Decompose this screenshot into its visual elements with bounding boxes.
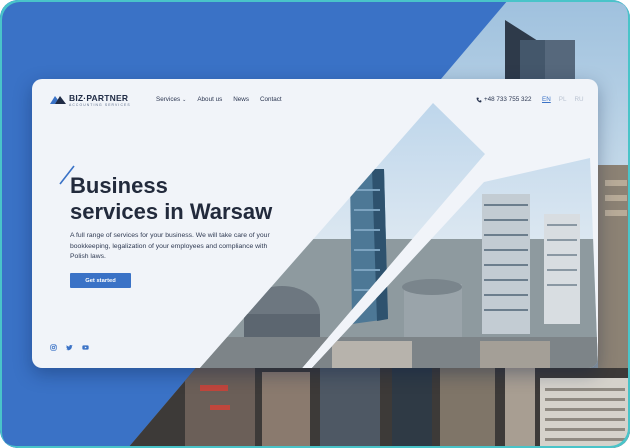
main-nav: Services ⌄ About us News Contact (156, 96, 282, 103)
nav-item-contact[interactable]: Contact (260, 96, 282, 103)
chevron-down-icon: ⌄ (182, 96, 187, 103)
nav-item-about-us[interactable]: About us (197, 96, 222, 103)
hero-title-line2: services in Warsaw (70, 199, 273, 224)
nav-item-label: News (233, 96, 249, 103)
language-switcher: EN PL RU (542, 96, 584, 103)
phone-icon (476, 97, 482, 102)
youtube-icon[interactable] (82, 344, 89, 351)
brand-logo[interactable]: BIZ·PARTNER ACCOUNTING SERVICES (50, 94, 131, 108)
instagram-icon[interactable] (50, 344, 57, 351)
phone-link[interactable]: +48 733 755 322 (476, 96, 531, 103)
nav-item-news[interactable]: News (233, 96, 249, 103)
lang-en[interactable]: EN (542, 96, 551, 103)
hero-description: A full range of services for your busine… (70, 232, 270, 261)
website-card: BIZ·PARTNER ACCOUNTING SERVICES Services… (32, 79, 598, 368)
nav-item-label: Services (156, 96, 181, 103)
twitter-icon[interactable] (66, 344, 73, 351)
nav-item-services[interactable]: Services ⌄ (156, 96, 186, 103)
nav-item-label: About us (197, 96, 223, 103)
phone-number: +48 733 755 322 (484, 96, 532, 103)
lang-pl[interactable]: PL (559, 96, 567, 103)
brand-tagline: ACCOUNTING SERVICES (69, 103, 131, 107)
site-header: BIZ·PARTNER ACCOUNTING SERVICES Services… (32, 79, 598, 119)
brand-name: BIZ·PARTNER (69, 93, 129, 103)
hero-title: Business services in Warsaw (70, 173, 330, 225)
social-links (50, 344, 89, 351)
lang-ru[interactable]: RU (574, 96, 583, 103)
logo-mark-icon (50, 96, 66, 104)
hero-title-line1: Business (70, 173, 168, 198)
nav-item-label: Contact (259, 96, 282, 103)
get-started-button[interactable]: Get started (70, 273, 131, 288)
